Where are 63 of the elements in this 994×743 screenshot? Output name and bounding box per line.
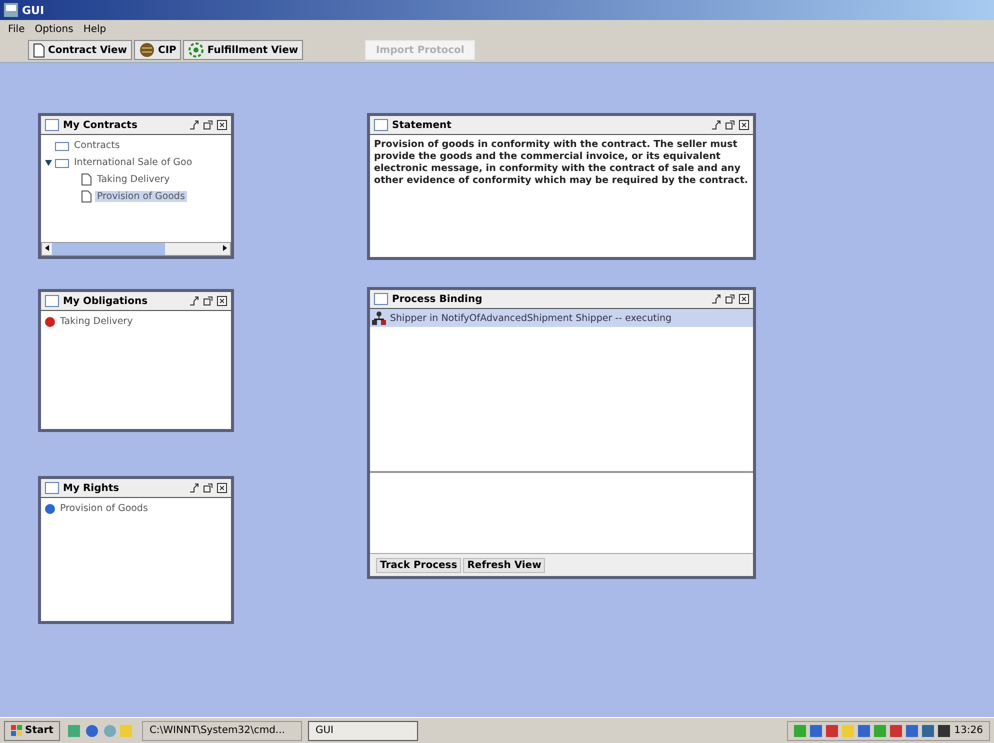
taskbar-button[interactable]: GUI (308, 720, 418, 740)
process-button[interactable]: Refresh View (463, 558, 546, 572)
list-item[interactable]: Taking Delivery (58, 316, 135, 327)
frame-title: Process Binding (392, 294, 484, 304)
document-icon (33, 42, 45, 58)
statement-text: Provision of goods in conformity with the contract. The seller must provide the goods and the commercial invoice, or its equivalent electronic message, in conformity with the contract of sale and any other evidence of conformity which may be required by the contract. (374, 139, 749, 187)
toolbar-button[interactable]: Contract View (28, 40, 132, 60)
tray-icon[interactable] (938, 724, 950, 736)
menu-item[interactable]: File (8, 24, 25, 34)
process-button[interactable]: Track Process (376, 558, 462, 572)
frame-title: Statement (392, 120, 452, 130)
gear-icon (188, 42, 204, 58)
tray-icon[interactable] (858, 724, 870, 736)
tree-item[interactable]: Provision of Goods (95, 191, 187, 202)
close-icon[interactable] (217, 483, 227, 493)
frame-icon (45, 295, 59, 307)
minimize-icon[interactable] (189, 120, 199, 130)
menu-item[interactable]: Options (34, 24, 74, 34)
list-item[interactable]: Provision of Goods (58, 503, 150, 514)
tray-icon[interactable] (922, 724, 934, 736)
windows-logo-icon (11, 724, 23, 736)
maximize-icon[interactable] (725, 294, 735, 304)
frame-title: My Contracts (63, 120, 138, 130)
clock: 13:26 (954, 725, 983, 736)
frame-icon (374, 119, 388, 131)
expand-icon[interactable] (45, 158, 52, 166)
tray-icon[interactable] (810, 724, 822, 736)
folder-icon (55, 140, 69, 150)
tray-icon[interactable] (906, 724, 918, 736)
minimize-icon[interactable] (711, 120, 721, 130)
maximize-icon[interactable] (725, 120, 735, 130)
minimize-icon[interactable] (189, 296, 199, 306)
taskbar-button[interactable]: C:\WINNT\System32\cmd... (142, 720, 302, 740)
menu-item[interactable]: Help (83, 24, 106, 34)
frame-title: My Obligations (63, 296, 149, 306)
minimize-icon[interactable] (711, 294, 721, 304)
folder-icon (55, 158, 69, 168)
maximize-icon[interactable] (203, 296, 213, 306)
close-icon[interactable] (739, 294, 749, 304)
app-icon (4, 3, 18, 17)
frame-icon (45, 119, 59, 131)
tree-item[interactable]: International Sale of Goo (72, 157, 194, 168)
toolbar-button[interactable]: CIP (134, 40, 182, 60)
window-title: GUI (22, 4, 44, 16)
start-button[interactable]: Start (4, 720, 60, 740)
horizontal-scrollbar[interactable] (41, 242, 231, 256)
close-icon[interactable] (217, 120, 227, 130)
maximize-icon[interactable] (203, 120, 213, 130)
frame-icon (45, 482, 59, 494)
close-icon[interactable] (739, 120, 749, 130)
document-icon (81, 190, 92, 203)
toolbar-button[interactable]: Fulfillment View (183, 40, 304, 60)
document-icon (81, 173, 92, 186)
process-row[interactable]: Shipper in NotifyOfAdvancedShipment Shipper -- executing (370, 309, 753, 327)
frame-icon (374, 293, 388, 305)
maximize-icon[interactable] (203, 483, 213, 493)
process-label: Shipper in NotifyOfAdvancedShipment Shipper -- executing (390, 312, 672, 324)
hierarchy-icon (372, 311, 386, 325)
tree-item[interactable]: Contracts (72, 140, 122, 151)
frame-title: My Rights (63, 482, 120, 494)
close-icon[interactable] (217, 296, 227, 306)
minimize-icon[interactable] (189, 483, 199, 493)
tree-item[interactable]: Taking Delivery (95, 174, 172, 185)
